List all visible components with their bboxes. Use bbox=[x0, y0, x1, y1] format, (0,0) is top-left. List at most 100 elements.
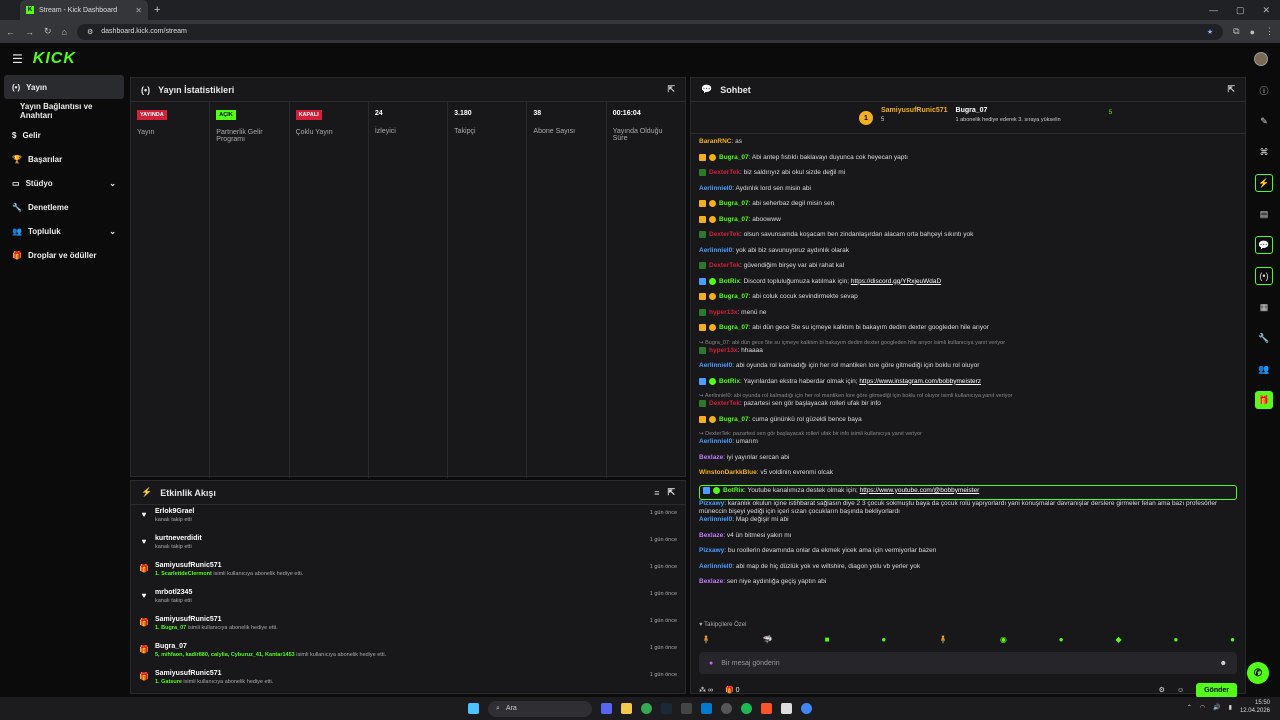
chat-username[interactable]: DexterTek bbox=[709, 262, 740, 269]
emote[interactable]: 🧍 bbox=[938, 635, 948, 644]
wrench-icon[interactable]: 🔧 bbox=[1255, 329, 1273, 347]
chat-link[interactable]: https://www.youtube.com/@bobbymeister bbox=[860, 487, 980, 494]
volume-icon[interactable]: 🔊 bbox=[1213, 704, 1220, 711]
app-icon[interactable] bbox=[681, 703, 692, 714]
sidebar-item-denetleme[interactable]: 🔧 Denetleme bbox=[4, 195, 124, 219]
browser-tab[interactable]: K Stream - Kick Dashboard ✕ bbox=[20, 0, 148, 20]
spotify-icon[interactable] bbox=[741, 703, 752, 714]
filter-icon[interactable]: ≡ bbox=[654, 488, 659, 498]
emoji-icon[interactable]: ☻ bbox=[1220, 660, 1227, 667]
chat-link[interactable]: https://discord.gg/YRxjeuWdaD bbox=[851, 278, 941, 285]
home-icon[interactable]: ⌂ bbox=[62, 27, 67, 37]
chat-username[interactable]: WinstonDarkkBlue bbox=[699, 469, 757, 476]
settings-icon[interactable]: ⚙ bbox=[1159, 686, 1165, 694]
emote[interactable]: ● bbox=[1059, 635, 1064, 644]
chrome-active-icon[interactable] bbox=[801, 703, 812, 714]
chat-username[interactable]: Aerlinniel0 bbox=[699, 362, 732, 369]
new-tab-icon[interactable]: + bbox=[154, 4, 160, 16]
gift-icon[interactable]: 🎁 bbox=[1255, 391, 1273, 409]
folder-icon[interactable] bbox=[621, 703, 632, 714]
bolt-icon[interactable]: ⚡ bbox=[1255, 174, 1273, 192]
popout-icon[interactable]: ⇱ bbox=[1227, 84, 1235, 95]
kick-logo[interactable]: KICK bbox=[33, 50, 76, 68]
sidebar-item-yayin[interactable]: (•) Yayın bbox=[4, 75, 124, 99]
popout-icon[interactable]: ⇱ bbox=[667, 84, 675, 95]
layout-icon[interactable]: ▦ bbox=[1255, 298, 1273, 316]
emote-picker-icon[interactable]: ☺ bbox=[1177, 687, 1184, 694]
emote[interactable]: ● bbox=[1173, 635, 1178, 644]
chat-username[interactable]: DexterTek bbox=[709, 169, 740, 176]
edit-icon[interactable]: ✎ bbox=[1255, 112, 1273, 130]
chat-username[interactable]: Pizxawy bbox=[699, 500, 724, 507]
chat-username[interactable]: Aerlinniel0 bbox=[699, 247, 732, 254]
info-icon[interactable]: ⓘ bbox=[1255, 81, 1273, 99]
chat-username[interactable]: Bexlaze bbox=[699, 454, 723, 461]
url-field[interactable]: ⚙ dashboard.kick.com/stream ★ bbox=[76, 23, 1224, 40]
user-avatar[interactable] bbox=[1254, 52, 1268, 66]
clock[interactable]: 15:50 12.04.2026 bbox=[1240, 699, 1270, 715]
maximize-icon[interactable]: ▢ bbox=[1236, 5, 1245, 16]
chat-username[interactable]: Aerlinniel0 bbox=[699, 438, 732, 445]
camera-icon[interactable]: ⌘ bbox=[1255, 143, 1273, 161]
sidebar-item-studyo[interactable]: ▭ Stüdyo ⌄ bbox=[4, 171, 124, 195]
chat-icon[interactable]: 💬 bbox=[1255, 236, 1273, 254]
popout-icon[interactable]: ⇱ bbox=[667, 487, 675, 498]
emote[interactable]: ◆ bbox=[1115, 635, 1121, 644]
notion-icon[interactable] bbox=[781, 703, 792, 714]
bookmark-star-icon[interactable]: ★ bbox=[1207, 28, 1213, 36]
chat-username[interactable]: BotRix bbox=[719, 278, 740, 285]
chat-username[interactable]: Aerlinniel0 bbox=[699, 185, 732, 192]
minimize-icon[interactable]: — bbox=[1209, 5, 1218, 16]
stats-icon[interactable]: ▤ bbox=[1255, 205, 1273, 223]
chat-username[interactable]: Bugra_07 bbox=[719, 416, 749, 423]
broadcast-icon[interactable]: (•) bbox=[1255, 267, 1273, 285]
gift-count[interactable]: 🎁 0 bbox=[725, 686, 740, 694]
chat-username[interactable]: BaranRNC bbox=[699, 138, 732, 145]
support-chat-button[interactable]: ✆ bbox=[1247, 662, 1269, 684]
chat-username[interactable]: Aerlinniel0 bbox=[699, 516, 732, 523]
reload-icon[interactable]: ↻ bbox=[44, 26, 52, 37]
close-tab-icon[interactable]: ✕ bbox=[135, 6, 142, 15]
emote[interactable]: 🦈 bbox=[763, 635, 773, 644]
chat-username[interactable]: Bugra_07 bbox=[719, 216, 749, 223]
github-icon[interactable] bbox=[721, 703, 732, 714]
steam-icon[interactable] bbox=[661, 703, 672, 714]
chat-username[interactable]: BotRix bbox=[723, 487, 744, 494]
taskbar-search[interactable]: ⌕ Ara bbox=[488, 700, 592, 717]
chat-username[interactable]: Bugra_07 bbox=[719, 293, 749, 300]
sidebar-item-stream-key[interactable]: Yayın Bağlantısı ve Anahtarı bbox=[4, 99, 124, 123]
chrome-icon[interactable] bbox=[641, 703, 652, 714]
chat-username[interactable]: Aerlinniel0 bbox=[699, 563, 732, 570]
chat-username[interactable]: BotRix bbox=[719, 378, 740, 385]
chat-username[interactable]: DexterTek bbox=[709, 231, 740, 238]
hamburger-menu-icon[interactable]: ☰ bbox=[12, 52, 23, 66]
chat-username[interactable]: DexterTek bbox=[709, 400, 740, 407]
sidebar-item-droplar[interactable]: 🎁 Droplar ve ödüller bbox=[4, 243, 124, 267]
send-button[interactable]: Gönder bbox=[1196, 682, 1237, 698]
extensions-icon[interactable]: ⧉ bbox=[1233, 26, 1239, 37]
brave-icon[interactable] bbox=[761, 703, 772, 714]
mic-icon[interactable]: ● bbox=[709, 660, 713, 667]
chat-username[interactable]: Bexlaze bbox=[699, 532, 723, 539]
emote[interactable]: ● bbox=[881, 635, 886, 644]
sidebar-item-basarilar[interactable]: 🏆 Başarılar bbox=[4, 147, 124, 171]
chevron-up-icon[interactable]: ⌃ bbox=[1187, 704, 1192, 711]
menu-dots-icon[interactable]: ⋮ bbox=[1265, 26, 1274, 37]
chat-link[interactable]: https://www.instagram.com/bobbymeisterz bbox=[859, 378, 981, 385]
chat-username[interactable]: hyper13x bbox=[709, 309, 738, 316]
chat-username[interactable]: Bexlaze bbox=[699, 578, 723, 585]
chat-username[interactable]: Bugra_07 bbox=[719, 154, 749, 161]
emote[interactable]: ● bbox=[1230, 635, 1235, 644]
chat-username[interactable]: Bugra_07 bbox=[719, 324, 749, 331]
discord-icon[interactable] bbox=[601, 703, 612, 714]
points-icon[interactable]: ⁂ ∞ bbox=[699, 686, 713, 694]
windows-start-icon[interactable] bbox=[468, 703, 479, 714]
back-icon[interactable]: ← bbox=[6, 27, 15, 37]
chat-username[interactable]: Pizxawy bbox=[699, 547, 724, 554]
vscode-icon[interactable] bbox=[701, 703, 712, 714]
sidebar-item-topluluk[interactable]: 👥 Topluluk ⌄ bbox=[4, 219, 124, 243]
chat-input[interactable]: ● Bir mesaj gönderin ☻ bbox=[699, 652, 1237, 674]
emote[interactable]: ■ bbox=[825, 635, 830, 644]
chat-username[interactable]: hyper13x bbox=[709, 347, 738, 354]
emote[interactable]: 🧍 bbox=[701, 635, 711, 644]
